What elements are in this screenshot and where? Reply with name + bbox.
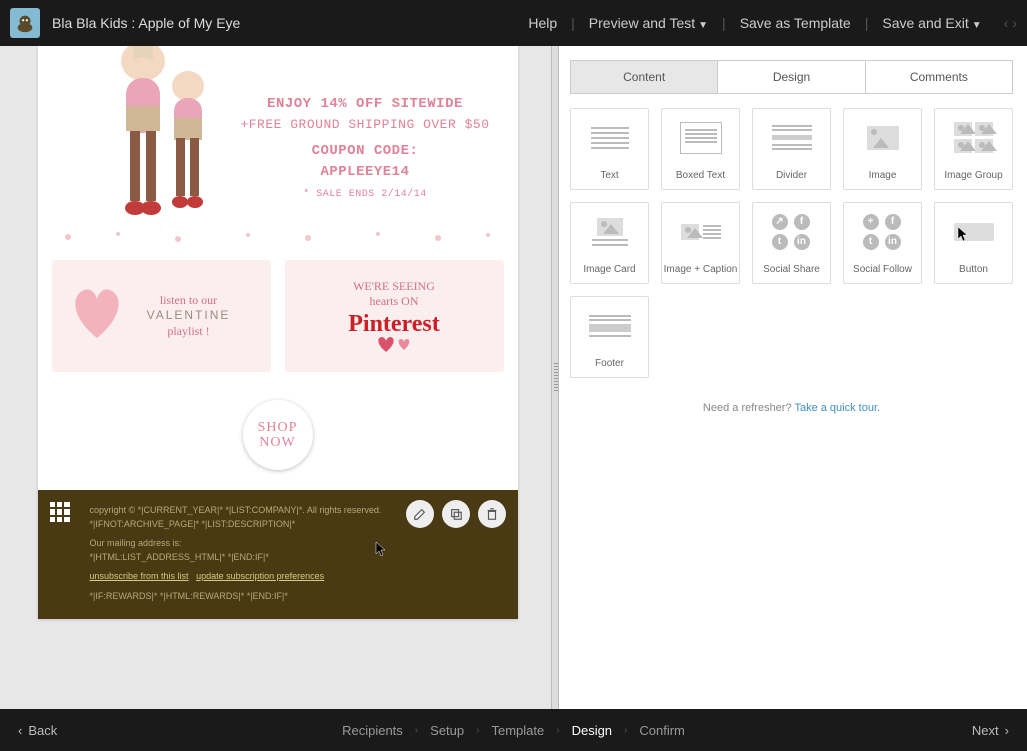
update-prefs-link[interactable]: update subscription preferences xyxy=(196,571,324,581)
tab-comments[interactable]: Comments xyxy=(865,61,1012,93)
save-as-template-button[interactable]: Save as Template xyxy=(734,11,857,35)
heart-icon xyxy=(62,278,132,348)
save-and-exit-menu[interactable]: Save and Exit▼ xyxy=(876,11,987,35)
email-canvas[interactable]: ENJOY 14% OFF SITEWIDE +FREE GROUND SHIP… xyxy=(38,46,518,619)
chevron-left-icon: ‹ xyxy=(18,723,22,738)
email-footer-block[interactable]: copyright © *|CURRENT_YEAR|* *|LIST:COMP… xyxy=(38,490,518,619)
step-recipients[interactable]: Recipients xyxy=(342,723,403,738)
tab-design[interactable]: Design xyxy=(717,61,864,93)
doll-image xyxy=(78,46,258,236)
content-blocks-panel: Content Design Comments Text Boxed Text … xyxy=(555,46,1027,709)
block-boxed-text[interactable]: Boxed Text xyxy=(661,108,740,190)
step-confirm[interactable]: Confirm xyxy=(639,723,685,738)
delete-block-button[interactable] xyxy=(478,500,506,528)
block-divider[interactable]: Divider xyxy=(752,108,831,190)
tab-content[interactable]: Content xyxy=(571,61,717,93)
shop-now-button[interactable]: SHOPNOW xyxy=(243,400,313,470)
block-social-share[interactable]: ↗ftinSocial Share xyxy=(752,202,831,284)
promo-text: ENJOY 14% OFF SITEWIDE +FREE GROUND SHIP… xyxy=(240,94,489,202)
bottombar: ‹Back Recipients› Setup› Template› Desig… xyxy=(0,709,1027,751)
chevron-left-icon: ‹ xyxy=(1004,15,1009,31)
block-image-card[interactable]: Image Card xyxy=(570,202,649,284)
block-image[interactable]: Image xyxy=(843,108,922,190)
back-button[interactable]: ‹Back xyxy=(18,723,57,738)
mailchimp-logo[interactable] xyxy=(10,8,40,38)
pinterest-card[interactable]: WE'RE SEEING hearts ON Pinterest xyxy=(285,260,504,372)
chevron-right-icon: › xyxy=(1012,15,1017,31)
promo-block[interactable]: ENJOY 14% OFF SITEWIDE +FREE GROUND SHIP… xyxy=(38,46,518,246)
topbar: Bla Bla Kids : Apple of My Eye Help | Pr… xyxy=(0,0,1027,46)
hearts-icon xyxy=(374,334,414,354)
preview-test-menu[interactable]: Preview and Test▼ xyxy=(583,11,714,35)
edit-block-button[interactable] xyxy=(406,500,434,528)
next-button[interactable]: Next› xyxy=(972,723,1009,738)
pane-resize-handle[interactable] xyxy=(551,46,559,709)
valentine-playlist-card[interactable]: listen to our VALENTINE playlist ! xyxy=(52,260,271,372)
chevron-right-icon: › xyxy=(1005,723,1009,738)
step-design[interactable]: Design xyxy=(572,723,612,738)
panel-tabs: Content Design Comments xyxy=(570,60,1013,94)
step-template[interactable]: Template xyxy=(491,723,544,738)
block-footer[interactable]: Footer xyxy=(570,296,649,378)
unsubscribe-link[interactable]: unsubscribe from this list xyxy=(90,571,189,581)
campaign-title: Bla Bla Kids : Apple of My Eye xyxy=(52,15,522,31)
drag-handle-icon[interactable] xyxy=(50,502,70,522)
block-button[interactable]: Button xyxy=(934,202,1013,284)
campaign-steps: Recipients› Setup› Template› Design› Con… xyxy=(342,723,685,738)
block-social-follow[interactable]: +ftinSocial Follow xyxy=(843,202,922,284)
duplicate-block-button[interactable] xyxy=(442,500,470,528)
block-image-caption[interactable]: Image + Caption xyxy=(661,202,740,284)
take-tour-link[interactable]: Take a quick tour. xyxy=(794,402,880,414)
email-preview-pane: ENJOY 14% OFF SITEWIDE +FREE GROUND SHIP… xyxy=(0,46,555,709)
hint-text: Need a refresher? Take a quick tour. xyxy=(556,402,1027,414)
block-image-group[interactable]: Image Group xyxy=(934,108,1013,190)
step-setup[interactable]: Setup xyxy=(430,723,464,738)
block-text[interactable]: Text xyxy=(570,108,649,190)
dots-decoration xyxy=(38,228,518,246)
help-link[interactable]: Help xyxy=(522,11,563,35)
